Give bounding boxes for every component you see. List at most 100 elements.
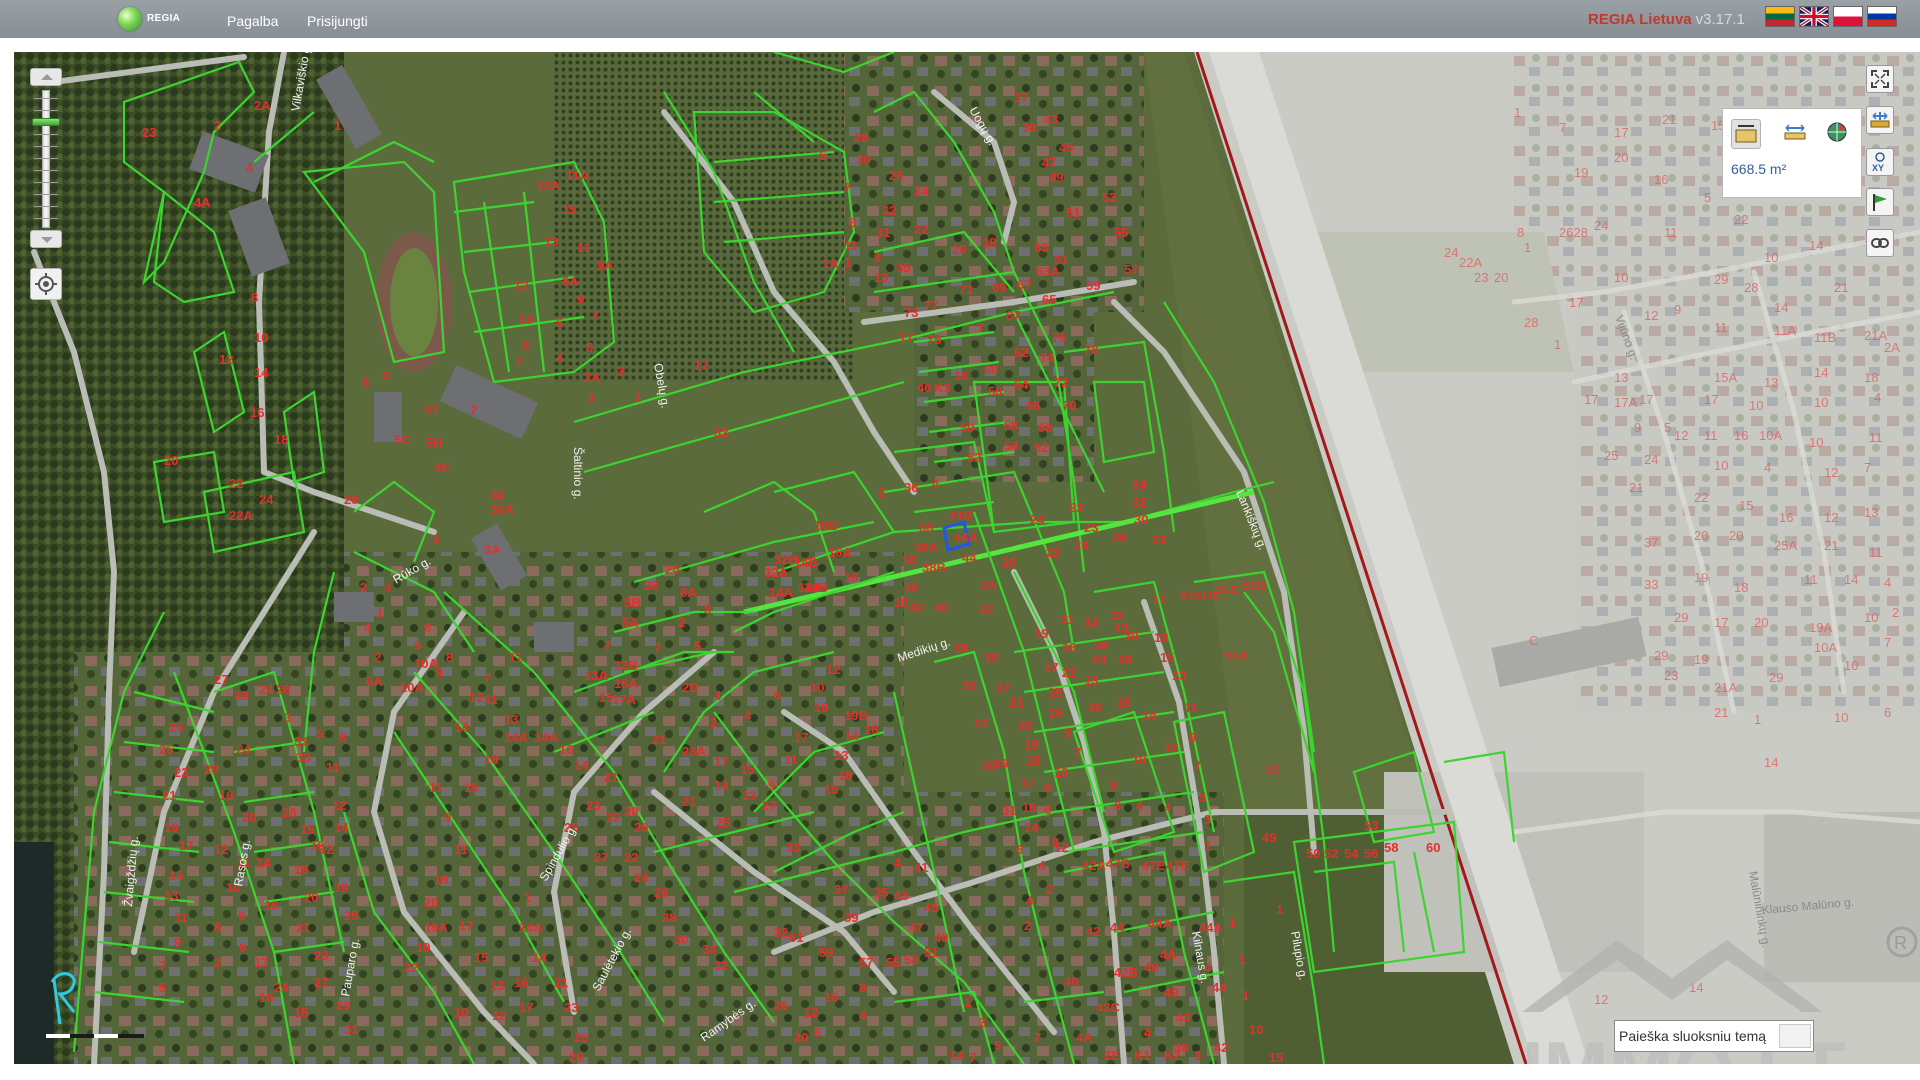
svg-text:2: 2	[214, 118, 221, 133]
svg-text:21: 21	[1629, 480, 1643, 495]
flag-pl-icon[interactable]	[1833, 6, 1863, 27]
svg-text:23: 23	[1474, 270, 1488, 285]
svg-text:47E: 47E	[1142, 858, 1165, 873]
svg-text:12: 12	[469, 690, 483, 705]
svg-text:31: 31	[876, 225, 890, 240]
svg-text:11: 11	[454, 842, 468, 857]
svg-text:8: 8	[251, 290, 258, 305]
svg-text:20: 20	[794, 1030, 808, 1045]
svg-text:19: 19	[416, 940, 430, 955]
svg-text:24: 24	[1644, 452, 1658, 467]
svg-text:18: 18	[1864, 370, 1878, 385]
svg-text:28: 28	[1524, 315, 1538, 330]
svg-text:19: 19	[1694, 652, 1708, 667]
measure-point-button[interactable]	[1823, 119, 1853, 149]
measure-area-button[interactable]	[1731, 119, 1761, 149]
flag-button[interactable]	[1866, 188, 1894, 216]
svg-text:15: 15	[1160, 650, 1174, 665]
svg-text:20: 20	[665, 562, 679, 577]
svg-text:17: 17	[1639, 392, 1653, 407]
svg-text:68: 68	[1038, 420, 1052, 435]
regia-logo[interactable]: REGIA	[118, 5, 190, 33]
svg-text:32B: 32B	[774, 552, 798, 567]
svg-text:44: 44	[962, 550, 977, 565]
svg-text:55: 55	[1114, 225, 1128, 240]
svg-text:43: 43	[1176, 1010, 1190, 1025]
search-button[interactable]	[1779, 1024, 1811, 1048]
svg-text:9: 9	[444, 810, 451, 825]
svg-text:21: 21	[1834, 280, 1848, 295]
zoom-out-button[interactable]	[30, 230, 62, 248]
svg-text:2: 2	[360, 580, 367, 595]
svg-text:67: 67	[1017, 277, 1031, 292]
svg-text:23: 23	[1084, 520, 1098, 535]
svg-text:20: 20	[164, 453, 178, 468]
svg-text:22: 22	[1694, 490, 1708, 505]
fullscreen-button[interactable]	[1866, 65, 1894, 93]
svg-text:17: 17	[899, 330, 913, 345]
link-button[interactable]	[1866, 229, 1894, 257]
svg-text:51: 51	[1180, 588, 1194, 603]
svg-text:29: 29	[1654, 648, 1668, 663]
svg-text:33: 33	[1644, 577, 1658, 592]
svg-text:18: 18	[1026, 753, 1040, 768]
svg-text:13A: 13A	[584, 668, 608, 683]
coordinates-button[interactable]: XY	[1866, 148, 1894, 176]
zoom-slider-handle[interactable]	[32, 118, 60, 126]
layer-search-input[interactable]	[1619, 1025, 1769, 1047]
flag-en-icon[interactable]	[1799, 6, 1829, 27]
svg-text:10: 10	[1749, 398, 1763, 413]
length-measure-icon	[1784, 124, 1806, 140]
svg-text:13B: 13B	[614, 658, 638, 673]
orthophoto-map[interactable]: 23 22A1 44A810 12141618 202222A24 285 35T …	[14, 52, 1920, 1064]
flag-ru-icon[interactable]	[1867, 6, 1897, 27]
svg-text:10: 10	[1132, 752, 1146, 767]
svg-text:4A: 4A	[1160, 947, 1177, 962]
svg-text:51D: 51D	[1242, 578, 1266, 593]
help-link[interactable]: Pagalba	[227, 13, 278, 29]
flag-lt-icon[interactable]	[1765, 6, 1795, 27]
svg-text:18: 18	[982, 235, 996, 250]
svg-text:24: 24	[259, 682, 274, 697]
map-view[interactable]: 23 2 2A 1 4 4A 8 10 12 14 16 18 20 22 22A 24 28 5 3 5T …	[14, 52, 1920, 1064]
svg-text:19: 19	[164, 820, 178, 835]
measure-length-button[interactable]	[1781, 119, 1811, 149]
svg-text:52: 52	[967, 450, 981, 465]
locate-button[interactable]	[30, 268, 62, 300]
svg-text:24: 24	[1074, 538, 1089, 553]
svg-text:17: 17	[459, 918, 473, 933]
svg-text:1: 1	[524, 890, 531, 905]
svg-text:10: 10	[1614, 270, 1628, 285]
svg-text:13: 13	[1172, 668, 1186, 683]
svg-text:9: 9	[577, 292, 584, 307]
svg-text:38: 38	[919, 520, 933, 535]
xy-icon: XY	[1872, 152, 1885, 172]
login-link[interactable]: Prisijungti	[307, 13, 368, 29]
svg-text:17: 17	[1044, 660, 1058, 675]
svg-text:4: 4	[744, 708, 752, 723]
svg-text:16: 16	[264, 898, 278, 913]
svg-text:20: 20	[304, 890, 318, 905]
svg-text:5B: 5B	[624, 595, 641, 610]
svg-text:32: 32	[774, 925, 788, 940]
svg-text:19A: 19A	[424, 920, 448, 935]
svg-text:24: 24	[236, 742, 251, 757]
svg-text:22: 22	[914, 222, 928, 237]
svg-text:28: 28	[344, 492, 358, 507]
svg-text:12: 12	[332, 798, 346, 813]
svg-text:2: 2	[1024, 918, 1031, 933]
svg-text:43: 43	[894, 888, 908, 903]
zoom-in-button[interactable]	[30, 68, 62, 86]
svg-text:3: 3	[979, 1015, 986, 1030]
svg-text:51: 51	[924, 945, 938, 960]
svg-text:21: 21	[604, 770, 618, 785]
svg-text:6A: 6A	[366, 674, 383, 689]
svg-text:11: 11	[509, 650, 523, 665]
svg-text:4: 4	[1164, 800, 1172, 815]
svg-text:15: 15	[294, 1005, 308, 1020]
svg-text:3: 3	[617, 364, 624, 379]
svg-text:54: 54	[1344, 846, 1359, 861]
svg-text:71: 71	[959, 282, 973, 297]
layers-button[interactable]	[1866, 106, 1894, 134]
svg-text:10: 10	[519, 312, 533, 327]
